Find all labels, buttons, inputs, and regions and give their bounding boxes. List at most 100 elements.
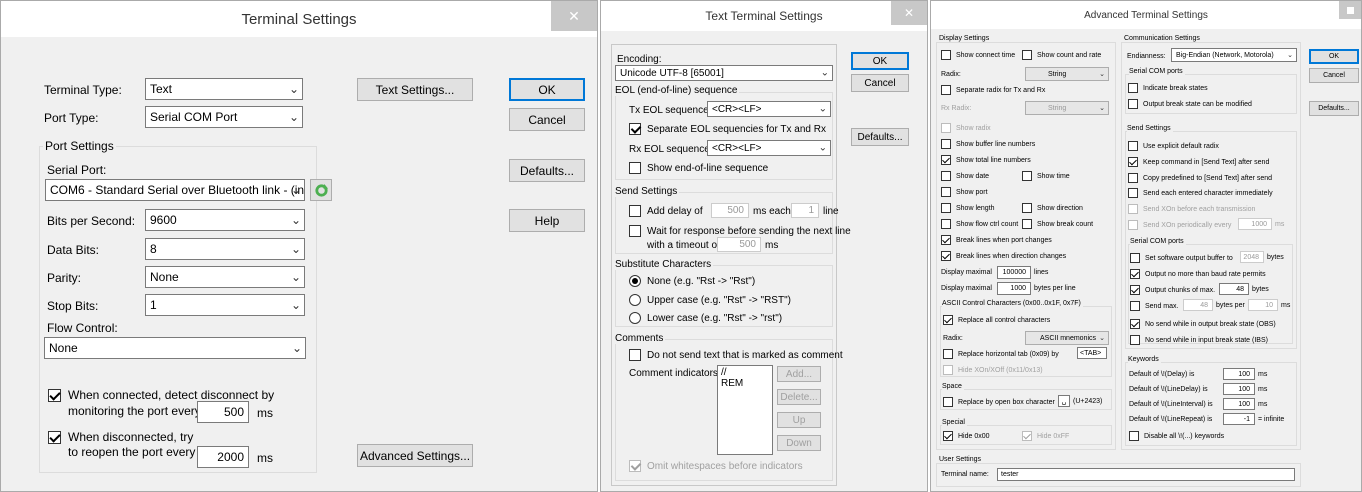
- cancel-button[interactable]: Cancel: [509, 108, 585, 131]
- checkbox[interactable]: [943, 315, 953, 325]
- break-direction-changes-checkbox[interactable]: Break lines when direction changes: [941, 251, 1066, 261]
- subst-upper-radio[interactable]: Upper case (e.g. "Rst" -> "RST"): [629, 294, 791, 306]
- output-break-modified-checkbox[interactable]: Output break state can be modified: [1128, 99, 1252, 109]
- omit-whitespace-checkbox[interactable]: Omit whitespaces before indicators: [629, 460, 803, 472]
- serial-port-select[interactable]: COM6 - Standard Serial over Bluetooth li…: [45, 179, 305, 201]
- checkbox[interactable]: [629, 205, 641, 217]
- checkbox[interactable]: [1022, 171, 1032, 181]
- show-count-rate-checkbox[interactable]: Show count and rate: [1022, 50, 1101, 60]
- defaults-button[interactable]: Defaults...: [1309, 101, 1359, 116]
- tab-replacement-input[interactable]: <TAB>: [1077, 347, 1107, 359]
- checkbox[interactable]: [48, 430, 61, 444]
- hide-xon-checkbox[interactable]: Hide XOn/XOff (0x11/0x13): [943, 365, 1043, 375]
- cancel-button[interactable]: Cancel: [1309, 68, 1359, 83]
- cancel-button[interactable]: Cancel: [851, 74, 909, 92]
- send-xon-periodic-checkbox[interactable]: Send XOn periodically every: [1128, 220, 1231, 230]
- send-each-char-checkbox[interactable]: Send each entered character immediately: [1128, 188, 1273, 198]
- ok-button[interactable]: OK: [1309, 49, 1359, 64]
- show-buffer-lines-checkbox[interactable]: Show buffer line numbers: [941, 139, 1035, 149]
- checkbox[interactable]: [1130, 335, 1140, 345]
- replace-tab-checkbox[interactable]: Replace horizontal tab (0x09) by: [943, 349, 1059, 359]
- advanced-settings-button[interactable]: Advanced Settings...: [357, 444, 473, 467]
- close-button[interactable]: ✕: [551, 1, 597, 31]
- separate-radix-checkbox[interactable]: Separate radix for Tx and Rx: [941, 85, 1045, 95]
- replace-open-box-checkbox[interactable]: Replace by open box character: [943, 397, 1055, 407]
- chunks-input[interactable]: 48: [1219, 283, 1249, 295]
- kw-lineinterval-input[interactable]: 100: [1223, 398, 1255, 410]
- xon-period-input[interactable]: 1000: [1238, 218, 1272, 230]
- checkbox[interactable]: [48, 388, 61, 402]
- kw-linedelay-input[interactable]: 100: [1223, 383, 1255, 395]
- disable-keywords-checkbox[interactable]: Disable all \!(...) keywords: [1129, 431, 1224, 441]
- checkbox[interactable]: [1128, 204, 1138, 214]
- show-flow-ctrl-checkbox[interactable]: Show flow ctrl count: [941, 219, 1018, 229]
- checkbox[interactable]: [941, 139, 951, 149]
- line-count-input[interactable]: 1: [791, 203, 819, 218]
- move-down-button[interactable]: Down: [777, 435, 821, 451]
- checkbox[interactable]: [1130, 319, 1140, 329]
- no-send-comment-checkbox[interactable]: Do not send text that is marked as comme…: [629, 349, 843, 361]
- list-item[interactable]: REM: [721, 378, 769, 389]
- send-max-checkbox[interactable]: Send max.: [1130, 301, 1178, 311]
- checkbox[interactable]: [1128, 99, 1138, 109]
- checkbox[interactable]: [941, 50, 951, 60]
- checkbox[interactable]: [1128, 141, 1138, 151]
- checkbox[interactable]: [943, 431, 953, 441]
- show-direction-checkbox[interactable]: Show direction: [1022, 203, 1083, 213]
- comment-indicators-list[interactable]: // REM: [717, 365, 773, 455]
- checkbox[interactable]: [1130, 301, 1140, 311]
- checkbox[interactable]: [1130, 269, 1140, 279]
- defaults-button[interactable]: Defaults...: [509, 159, 585, 182]
- detect-disconnect-checkbox[interactable]: When connected, detect disconnect by: [48, 388, 274, 402]
- checkbox[interactable]: [1128, 157, 1138, 167]
- ok-button[interactable]: OK: [509, 78, 585, 101]
- checkbox[interactable]: [941, 123, 951, 133]
- checkbox[interactable]: [1129, 431, 1139, 441]
- checkbox[interactable]: [1128, 220, 1138, 230]
- checkbox[interactable]: [1022, 50, 1032, 60]
- endianness-select[interactable]: Big-Endian (Network, Motorola) ⌄: [1171, 48, 1297, 62]
- indicate-break-checkbox[interactable]: Indicate break states: [1128, 83, 1208, 93]
- checkbox[interactable]: [941, 85, 951, 95]
- close-button[interactable]: ✕: [891, 1, 927, 25]
- checkbox[interactable]: [1022, 219, 1032, 229]
- no-send-obs-checkbox[interactable]: No send while in output break state (OBS…: [1130, 319, 1276, 329]
- radio[interactable]: [629, 312, 641, 324]
- checkbox[interactable]: [1022, 203, 1032, 213]
- terminal-name-input[interactable]: tester: [997, 468, 1295, 481]
- max-lines-input[interactable]: 100000: [997, 266, 1031, 279]
- separate-eol-checkbox[interactable]: Separate EOL sequencies for Tx and Rx: [629, 123, 826, 135]
- checkbox[interactable]: [943, 365, 953, 375]
- keep-command-checkbox[interactable]: Keep command in [Send Text] after send: [1128, 157, 1269, 167]
- subst-lower-radio[interactable]: Lower case (e.g. "Rst" -> "rst"): [629, 312, 782, 324]
- checkbox[interactable]: [1022, 431, 1032, 441]
- show-radix-checkbox[interactable]: Show radix: [941, 123, 991, 133]
- show-date-checkbox[interactable]: Show date: [941, 171, 989, 181]
- checkbox[interactable]: [629, 123, 641, 135]
- checkbox[interactable]: [941, 219, 951, 229]
- checkbox[interactable]: [629, 225, 641, 237]
- send-xon-before-checkbox[interactable]: Send XOn before each transmission: [1128, 204, 1255, 214]
- open-box-char-input[interactable]: ␣: [1058, 395, 1070, 407]
- tx-eol-select[interactable]: <CR><LF> ⌄: [707, 101, 831, 117]
- kw-linerepeat-input[interactable]: -1: [1223, 413, 1255, 425]
- close-button[interactable]: [1339, 1, 1361, 19]
- software-buffer-checkbox[interactable]: Set software output buffer to: [1130, 253, 1233, 263]
- delay-input[interactable]: 500: [711, 203, 749, 218]
- checkbox[interactable]: [941, 203, 951, 213]
- port-type-select[interactable]: Serial COM Port ⌄: [145, 106, 303, 128]
- checkbox[interactable]: [1128, 83, 1138, 93]
- show-break-count-checkbox[interactable]: Show break count: [1022, 219, 1093, 229]
- send-max-ms-input[interactable]: 10: [1248, 299, 1278, 311]
- radio[interactable]: [629, 275, 641, 287]
- checkbox[interactable]: [1128, 188, 1138, 198]
- terminal-type-select[interactable]: Text ⌄: [145, 78, 303, 100]
- rx-radix-select[interactable]: String ⌄: [1025, 101, 1109, 115]
- flow-control-select[interactable]: None ⌄: [44, 337, 306, 359]
- checkbox[interactable]: [941, 251, 951, 261]
- stop-bits-select[interactable]: 1 ⌄: [145, 294, 305, 316]
- checkbox[interactable]: [1130, 253, 1140, 263]
- text-settings-button[interactable]: Text Settings...: [357, 78, 473, 101]
- explicit-radix-checkbox[interactable]: Use explicit default radix: [1128, 141, 1219, 151]
- no-send-ibs-checkbox[interactable]: No send while in input break state (IBS): [1130, 335, 1268, 345]
